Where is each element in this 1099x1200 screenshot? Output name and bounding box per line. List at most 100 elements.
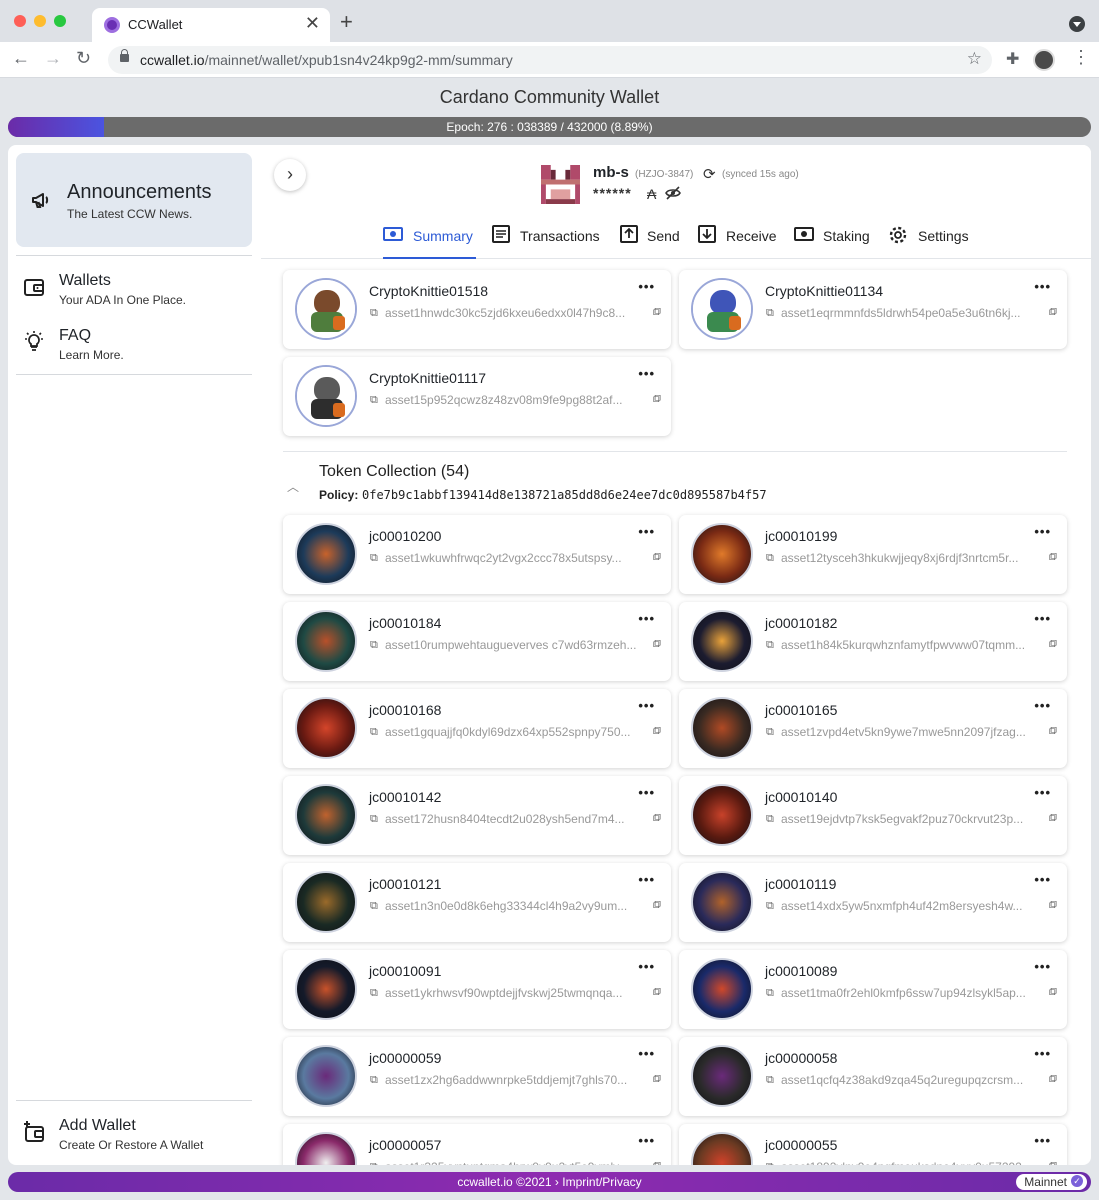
asset-card[interactable]: jc00010182 ••• ⧉ asset1h84k5kurqwhznfamytfp…: [679, 602, 1067, 681]
more-options-icon[interactable]: •••: [1034, 611, 1051, 626]
copy-icon[interactable]: ⧉: [370, 394, 378, 407]
more-options-icon[interactable]: •••: [638, 611, 655, 626]
copy-icon[interactable]: ⧉: [370, 1074, 378, 1087]
external-link-icon[interactable]: ⧉: [653, 551, 661, 564]
more-options-icon[interactable]: •••: [638, 366, 655, 381]
external-link-icon[interactable]: ⧉: [1049, 725, 1057, 738]
eye-off-icon[interactable]: [665, 186, 681, 200]
asset-card[interactable]: jc00010142 ••• ⧉ asset172husn8404tecdt2u028…: [283, 776, 671, 855]
external-link-icon[interactable]: ⧉: [1049, 551, 1057, 564]
copy-icon[interactable]: ⧉: [766, 307, 774, 320]
more-options-icon[interactable]: •••: [1034, 785, 1051, 800]
asset-card[interactable]: jc00010091 ••• ⧉ asset1ykrhwsvf90wptdejjfvs…: [283, 950, 671, 1029]
maximize-window-button[interactable]: [54, 15, 66, 27]
asset-card[interactable]: jc00010168 ••• ⧉ asset1gquajjfq0kdyl69dzx64…: [283, 689, 671, 768]
external-link-icon[interactable]: ⧉: [653, 986, 661, 999]
copy-icon[interactable]: ⧉: [370, 900, 378, 913]
more-options-icon[interactable]: •••: [638, 698, 655, 713]
tab-receive[interactable]: Receive: [697, 223, 779, 259]
more-options-icon[interactable]: •••: [1034, 1046, 1051, 1061]
asset-card[interactable]: jc00000057 ••• ⧉ asset1r325vyntuptqma4hrw9v…: [283, 1124, 671, 1165]
more-options-icon[interactable]: •••: [1034, 959, 1051, 974]
copy-icon[interactable]: ⧉: [370, 726, 378, 739]
copy-icon[interactable]: ⧉: [766, 987, 774, 1000]
close-window-button[interactable]: [14, 15, 26, 27]
external-link-icon[interactable]: ⧉: [1049, 306, 1057, 319]
tab-send[interactable]: Send: [619, 223, 681, 259]
external-link-icon[interactable]: ⧉: [653, 1073, 661, 1086]
copy-icon[interactable]: ⧉: [370, 813, 378, 826]
external-link-icon[interactable]: ⧉: [1049, 1073, 1057, 1086]
asset-card[interactable]: CryptoKnittie01134 ••• ⧉ asset1eqrmmnfds5ld…: [679, 270, 1067, 349]
external-link-icon[interactable]: ⧉: [653, 638, 661, 651]
more-options-icon[interactable]: •••: [638, 524, 655, 539]
more-options-icon[interactable]: •••: [1034, 872, 1051, 887]
asset-card[interactable]: CryptoKnittie01117 ••• ⧉ asset15p952qcwz8z4…: [283, 357, 671, 436]
tab-staking[interactable]: Staking: [794, 223, 874, 259]
asset-card[interactable]: jc00010140 ••• ⧉ asset19ejdvtp7ksk5egvakf2p…: [679, 776, 1067, 855]
external-link-icon[interactable]: ⧉: [1049, 638, 1057, 651]
external-link-icon[interactable]: ⧉: [1049, 986, 1057, 999]
asset-card[interactable]: jc00000059 ••• ⧉ asset1zx2hg6addwwnrpke5tdd…: [283, 1037, 671, 1116]
external-link-icon[interactable]: ⧉: [653, 393, 661, 406]
more-options-icon[interactable]: •••: [1034, 1133, 1051, 1148]
copy-icon[interactable]: ⧉: [370, 552, 378, 565]
copy-icon[interactable]: ⧉: [766, 726, 774, 739]
new-tab-button[interactable]: +: [340, 9, 353, 35]
asset-card[interactable]: jc00010165 ••• ⧉ asset1zvpd4etv5kn9ywe7mwe5…: [679, 689, 1067, 768]
asset-card[interactable]: jc00000058 ••• ⧉ asset1qcfq4z38akd9zqa45q2u…: [679, 1037, 1067, 1116]
external-link-icon[interactable]: ⧉: [653, 725, 661, 738]
sync-icon[interactable]: ⟳: [703, 165, 716, 183]
copy-icon[interactable]: ⧉: [766, 1074, 774, 1087]
browser-menu-icon[interactable]: ⋮: [1072, 47, 1090, 68]
network-badge[interactable]: Mainnet: [1016, 1174, 1087, 1190]
more-options-icon[interactable]: •••: [1034, 279, 1051, 294]
copy-icon[interactable]: ⧉: [766, 900, 774, 913]
sidebar-item-announcements[interactable]: Announcements The Latest CCW News.: [16, 153, 252, 247]
chevron-up-icon[interactable]: ︿: [287, 478, 299, 495]
forward-icon[interactable]: →: [44, 48, 62, 69]
more-options-icon[interactable]: •••: [638, 279, 655, 294]
external-link-icon[interactable]: ⧉: [653, 812, 661, 825]
back-icon[interactable]: ←: [12, 48, 30, 69]
copy-icon[interactable]: ⧉: [766, 639, 774, 652]
asset-card[interactable]: jc00000055 ••• ⧉ asset1892ylnv9e4ngfmeuksdn…: [679, 1124, 1067, 1165]
chevron-right-icon[interactable]: ›: [274, 159, 306, 191]
more-options-icon[interactable]: •••: [638, 1046, 655, 1061]
copy-icon[interactable]: ⧉: [766, 552, 774, 565]
profile-avatar[interactable]: [1033, 49, 1055, 71]
more-options-icon[interactable]: •••: [638, 872, 655, 887]
more-options-icon[interactable]: •••: [1034, 524, 1051, 539]
close-tab-icon[interactable]: ✕: [305, 13, 320, 34]
more-options-icon[interactable]: •••: [638, 959, 655, 974]
asset-card[interactable]: CryptoKnittie01518 ••• ⧉ asset1hnwdc30kc5zj…: [283, 270, 671, 349]
copy-icon[interactable]: ⧉: [766, 813, 774, 826]
tab-settings[interactable]: Settings: [888, 223, 978, 259]
external-link-icon[interactable]: ⧉: [1049, 812, 1057, 825]
copy-icon[interactable]: ⧉: [370, 307, 378, 320]
external-link-icon[interactable]: ⧉: [653, 899, 661, 912]
external-link-icon[interactable]: ⧉: [653, 306, 661, 319]
asset-card[interactable]: jc00010200 ••• ⧉ asset1wkuwhfrwqc2yt2vgx2cc…: [283, 515, 671, 594]
more-options-icon[interactable]: •••: [638, 785, 655, 800]
copy-icon[interactable]: ⧉: [370, 639, 378, 652]
asset-card[interactable]: jc00010199 ••• ⧉ asset12tysceh3hkukwjjeqy8x…: [679, 515, 1067, 594]
reload-icon[interactable]: ↻: [76, 48, 91, 69]
external-link-icon[interactable]: ⧉: [1049, 899, 1057, 912]
address-bar[interactable]: ccwallet.io/mainnet/wallet/xpub1sn4v24kp…: [108, 46, 992, 74]
asset-card[interactable]: jc00010184 ••• ⧉ asset10rumpwehtaugueverves…: [283, 602, 671, 681]
extensions-icon[interactable]: ✚: [1006, 49, 1019, 69]
more-options-icon[interactable]: •••: [1034, 698, 1051, 713]
asset-card[interactable]: jc00010121 ••• ⧉ asset1n3n0e0d8k6ehg33344cl…: [283, 863, 671, 942]
asset-card[interactable]: jc00010089 ••• ⧉ asset1tma0fr2ehl0kmfp6ssw7…: [679, 950, 1067, 1029]
asset-card[interactable]: jc00010119 ••• ⧉ asset14xdx5yw5nxmfph4uf42m…: [679, 863, 1067, 942]
external-link-icon[interactable]: ⧉: [1049, 1160, 1057, 1165]
copy-icon[interactable]: ⧉: [766, 1161, 774, 1165]
copy-icon[interactable]: ⧉: [370, 1161, 378, 1165]
tab-summary[interactable]: Summary: [383, 223, 476, 259]
tab-search-icon[interactable]: [1069, 16, 1085, 32]
footer-text[interactable]: ccwallet.io ©2021 › Imprint/Privacy: [8, 1175, 1091, 1189]
more-options-icon[interactable]: •••: [638, 1133, 655, 1148]
tab-transactions[interactable]: Transactions: [491, 223, 603, 259]
copy-icon[interactable]: ⧉: [370, 987, 378, 1000]
